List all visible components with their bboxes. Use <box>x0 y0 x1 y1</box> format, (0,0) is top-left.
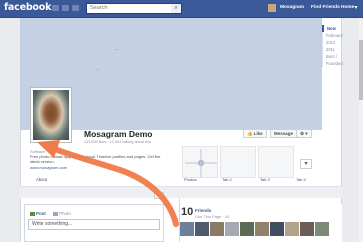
about-website-link[interactable]: www.mosagram.com <box>30 165 168 170</box>
composer-tab-post[interactable]: Post <box>30 211 46 216</box>
friend-thumbnail[interactable] <box>255 222 269 236</box>
user-avatar[interactable] <box>268 4 276 12</box>
friends-box: 10 Friends Like This Page · 10 <box>180 204 342 242</box>
app-tile-3[interactable] <box>258 146 294 178</box>
friend-thumbnail[interactable] <box>270 222 284 236</box>
crosshair-icon <box>185 149 217 177</box>
messages-icon[interactable] <box>62 5 69 11</box>
friend-thumbnail[interactable] <box>300 222 314 236</box>
search-placeholder: Search <box>90 5 108 11</box>
app-tile-2[interactable] <box>220 146 256 178</box>
message-button[interactable]: Message <box>270 129 298 138</box>
timeline-date-nav: Now February 2012 2011 Born / Founded <box>322 25 350 67</box>
cover-marker: — <box>95 66 99 71</box>
pencil-icon <box>30 211 35 216</box>
facebook-logo[interactable]: facebook <box>4 2 51 13</box>
page-stats: 123,590 likes · 12,094 talking about thi… <box>84 140 151 144</box>
about-description: Free photo mosaic app for Facebook Timel… <box>30 154 161 165</box>
friends-sublabel: Like This Page · 10 <box>195 214 230 219</box>
like-button-label: Like <box>253 131 263 136</box>
composer-input[interactable]: Write something... <box>28 219 160 230</box>
friends-count: 10 <box>181 206 194 218</box>
page-scrollbar-thumb[interactable] <box>359 40 363 100</box>
friend-thumbnail[interactable] <box>180 222 194 236</box>
composer-tab-photo[interactable]: Photo <box>53 211 71 216</box>
friend-thumbnail[interactable] <box>225 222 239 236</box>
timeline-nav-february[interactable]: February <box>322 32 350 39</box>
app-tile-map[interactable] <box>182 146 218 178</box>
camera-icon <box>53 211 58 216</box>
tile-label-photos: Photos <box>184 177 197 182</box>
friend-thumbnails <box>180 222 342 236</box>
profile-picture[interactable] <box>30 87 72 143</box>
about-tab-label[interactable]: About <box>36 177 47 182</box>
about-section: Software Free photo mosaic app for Faceb… <box>30 149 168 181</box>
page-title: Mosagram Demo <box>84 129 153 139</box>
cover-marker: — <box>115 46 119 51</box>
composer-tab-post-label: Post <box>36 211 46 216</box>
friend-requests-icon[interactable] <box>52 5 59 11</box>
timeline-nav-2012[interactable]: 2012 <box>322 39 350 46</box>
nav-link-find-friends[interactable]: Find Friends <box>311 5 340 10</box>
timeline-divider <box>20 186 342 198</box>
message-button-label: Message <box>274 131 294 136</box>
tile-label-4: Tab 4 <box>296 177 306 182</box>
timeline-spine-button[interactable]: + <box>154 192 164 199</box>
timeline-nav-born[interactable]: Born / Founded <box>322 53 350 67</box>
status-composer: Post Photo Write something... <box>24 204 164 242</box>
friend-thumbnail[interactable] <box>315 222 329 236</box>
friend-thumbnail[interactable] <box>285 222 299 236</box>
friends-label[interactable]: Friends <box>195 208 211 213</box>
notifications-icon[interactable] <box>72 5 79 11</box>
page-settings-button[interactable]: ⚙ ▾ <box>296 129 312 138</box>
search-input[interactable]: Search ⌕ <box>86 3 182 14</box>
friend-thumbnail[interactable] <box>210 222 224 236</box>
timeline-nav-2011[interactable]: 2011 <box>322 46 350 53</box>
composer-tab-photo-label: Photo <box>59 211 71 216</box>
caret-down-icon[interactable]: ▾ <box>352 4 360 12</box>
friend-thumbnail[interactable] <box>240 222 254 236</box>
gear-icon: ⚙ ▾ <box>300 131 308 136</box>
tile-label-2: Tab 2 <box>222 177 232 182</box>
friend-thumbnail[interactable] <box>195 222 209 236</box>
timeline-nav-now[interactable]: Now <box>322 25 350 32</box>
top-navigation-bar: facebook Search ⌕ Mosagram Find Friends … <box>0 0 363 18</box>
tile-label-3: Tab 3 <box>260 177 270 182</box>
nav-link-profile[interactable]: Mosagram <box>280 5 304 10</box>
expand-tiles-chevron-icon[interactable]: ▾ <box>300 159 312 169</box>
profile-picture-image <box>33 90 69 140</box>
magnifier-icon[interactable]: ⌕ <box>171 4 181 13</box>
thumbs-up-icon: 👍 <box>247 131 253 136</box>
like-button[interactable]: 👍Like <box>243 129 267 138</box>
